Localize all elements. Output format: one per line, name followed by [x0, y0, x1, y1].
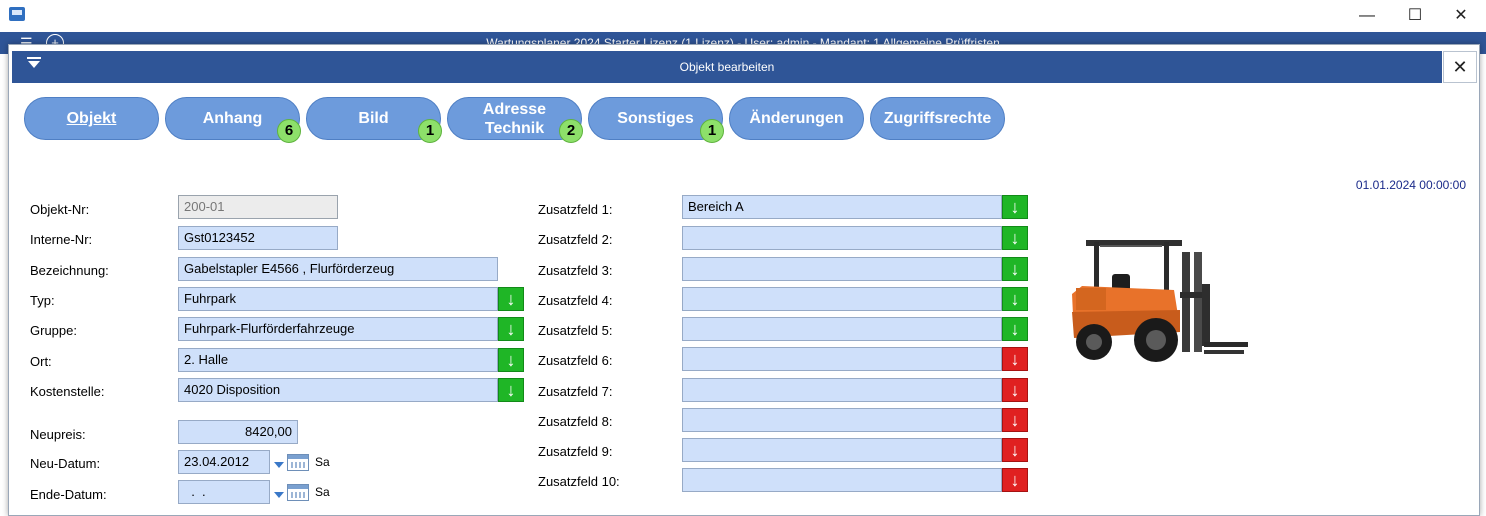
zusatzfeld-7-label: Zusatzfeld 7:: [538, 384, 613, 399]
neu-datum-field[interactable]: 23.04.2012: [178, 450, 270, 474]
gruppe-label: Gruppe:: [30, 323, 77, 338]
tab-label: Zugriffsrechte: [883, 110, 992, 127]
ort-label: Ort:: [30, 354, 52, 369]
gruppe-field[interactable]: Fuhrpark-Flurförderfahrzeuge: [178, 317, 498, 341]
tab-bild-badge: 1: [418, 119, 442, 143]
zusatzfeld-2-field[interactable]: [682, 226, 1002, 250]
tab-zugriffsrechte[interactable]: Zugriffsrechte: [870, 97, 1005, 140]
maximize-button[interactable]: ☐: [1392, 0, 1438, 32]
dialog-titlebar: Objekt bearbeiten: [12, 51, 1442, 83]
zusatzfeld-8-field[interactable]: [682, 408, 1002, 432]
tab-aenderungen[interactable]: Änderungen: [729, 97, 864, 140]
zusatzfeld-5-select-button[interactable]: ↓: [1002, 317, 1028, 341]
ende-datum-calendar-icon[interactable]: [287, 484, 309, 501]
neu-datum-calendar-icon[interactable]: [287, 454, 309, 471]
app-icon: [9, 7, 25, 21]
zusatzfeld-9-label: Zusatzfeld 9:: [538, 444, 613, 459]
ende-datum-dropdown-icon[interactable]: [274, 492, 284, 498]
window-titlebar: [0, 0, 1486, 32]
tab-label: Adresse Technik: [482, 100, 547, 137]
dialog-close-button[interactable]: ✕: [1443, 51, 1477, 83]
ende-datum-weekday: Sa: [315, 485, 330, 499]
tab-label: Objekt: [66, 110, 117, 127]
tab-label: Anhang: [202, 110, 263, 127]
forklift-image: [1072, 240, 1248, 362]
tab-sonstiges-badge: 1: [700, 119, 724, 143]
zusatzfeld-2-select-button[interactable]: ↓: [1002, 226, 1028, 250]
zusatzfeld-8-label: Zusatzfeld 8:: [538, 414, 613, 429]
dialog-title: Objekt bearbeiten: [679, 60, 775, 74]
zusatzfeld-6-select-button[interactable]: ↓: [1002, 347, 1028, 371]
zusatzfeld-10-label: Zusatzfeld 10:: [538, 474, 620, 489]
tab-anhang-badge: 6: [277, 119, 301, 143]
zusatzfeld-3-field[interactable]: [682, 257, 1002, 281]
ort-select-button[interactable]: ↓: [498, 348, 524, 372]
kostenstelle-select-button[interactable]: ↓: [498, 378, 524, 402]
neupreis-label: Neupreis:: [30, 427, 86, 442]
zusatzfeld-4-field[interactable]: [682, 287, 1002, 311]
tab-objekt[interactable]: Objekt: [24, 97, 159, 140]
typ-label: Typ:: [30, 293, 55, 308]
tab-label: Sonstiges: [617, 110, 694, 127]
zusatzfeld-6-field[interactable]: [682, 347, 1002, 371]
zusatzfeld-9-select-button[interactable]: ↓: [1002, 438, 1028, 462]
neu-datum-label: Neu-Datum:: [30, 456, 101, 471]
typ-select-button[interactable]: ↓: [498, 287, 524, 311]
kostenstelle-label: Kostenstelle:: [30, 384, 105, 399]
ort-field[interactable]: 2. Halle: [178, 348, 498, 372]
tab-adresse-technik-badge: 2: [559, 119, 583, 143]
zusatzfeld-10-field[interactable]: [682, 468, 1002, 492]
zusatzfeld-5-field[interactable]: [682, 317, 1002, 341]
minimize-button[interactable]: —: [1344, 0, 1390, 32]
zusatzfeld-4-label: Zusatzfeld 4:: [538, 293, 613, 308]
zusatzfeld-1-select-button[interactable]: ↓: [1002, 195, 1028, 219]
window-close-button[interactable]: ✕: [1438, 0, 1484, 32]
zusatzfeld-9-field[interactable]: [682, 438, 1002, 462]
objekt-nr-label: Objekt-Nr:: [30, 202, 90, 217]
zusatzfeld-3-select-button[interactable]: ↓: [1002, 257, 1028, 281]
zusatzfeld-8-select-button[interactable]: ↓: [1002, 408, 1028, 432]
zusatzfeld-2-label: Zusatzfeld 2:: [538, 232, 613, 247]
zusatzfeld-10-select-button[interactable]: ↓: [1002, 468, 1028, 492]
bezeichnung-field[interactable]: Gabelstapler E4566 , Flurförderzeug: [178, 257, 498, 281]
timestamp: 01.01.2024 00:00:00: [1355, 178, 1466, 192]
zusatzfeld-5-label: Zusatzfeld 5:: [538, 323, 613, 338]
zusatzfeld-7-select-button[interactable]: ↓: [1002, 378, 1028, 402]
interne-nr-label: Interne-Nr:: [30, 232, 93, 247]
bezeichnung-label: Bezeichnung:: [30, 263, 109, 278]
zusatzfeld-3-label: Zusatzfeld 3:: [538, 263, 613, 278]
neupreis-field[interactable]: 8420,00: [178, 420, 298, 444]
kostenstelle-field[interactable]: 4020 Disposition: [178, 378, 498, 402]
interne-nr-field[interactable]: Gst0123452: [178, 226, 338, 250]
zusatzfeld-1-label: Zusatzfeld 1:: [538, 202, 613, 217]
neu-datum-dropdown-icon[interactable]: [274, 462, 284, 468]
typ-field[interactable]: Fuhrpark: [178, 287, 498, 311]
zusatzfeld-7-field[interactable]: [682, 378, 1002, 402]
zusatzfeld-6-label: Zusatzfeld 6:: [538, 353, 613, 368]
objekt-nr-field[interactable]: 200-01: [178, 195, 338, 219]
zusatzfeld-1-field[interactable]: Bereich A: [682, 195, 1002, 219]
zusatzfeld-4-select-button[interactable]: ↓: [1002, 287, 1028, 311]
tab-label: Bild: [358, 110, 389, 127]
ende-datum-field[interactable]: . .: [178, 480, 270, 504]
neu-datum-weekday: Sa: [315, 455, 330, 469]
gruppe-select-button[interactable]: ↓: [498, 317, 524, 341]
tab-label: Änderungen: [749, 110, 844, 127]
ende-datum-label: Ende-Datum:: [30, 487, 107, 502]
